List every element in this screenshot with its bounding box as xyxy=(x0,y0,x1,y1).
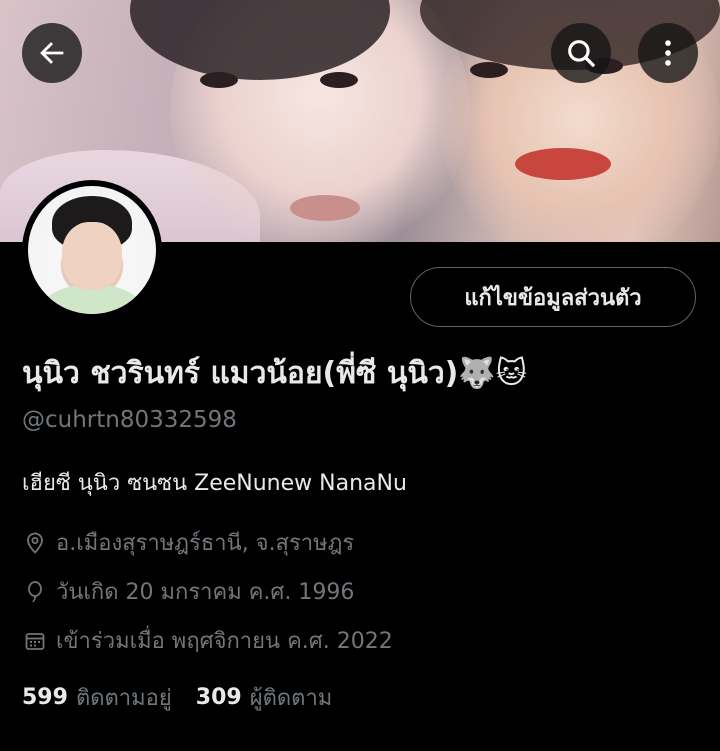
birthday-text: วันเกิด 20 มกราคม ค.ศ. 1996 xyxy=(56,580,355,605)
search-icon xyxy=(564,36,598,70)
avatar-image xyxy=(28,186,156,314)
location-row: อ.เมืองสุราษฎร์ธานี, จ.สุราษฎร xyxy=(22,525,354,560)
more-options-button[interactable] xyxy=(638,23,698,83)
joined-text: เข้าร่วมเมื่อ พฤศจิกายน ค.ศ. 2022 xyxy=(56,629,393,654)
edit-profile-button[interactable]: แก้ไขข้อมูลส่วนตัว xyxy=(410,267,696,327)
more-vertical-icon xyxy=(651,36,685,70)
avatar-photo-detail xyxy=(62,222,122,290)
avatar[interactable] xyxy=(22,180,162,320)
following-label[interactable]: ติดตามอยู่ xyxy=(76,680,172,715)
user-handle: @cuhrtn80332598 xyxy=(22,407,237,433)
calendar-icon xyxy=(22,628,48,654)
banner-photo-detail xyxy=(200,72,238,88)
following-count[interactable]: 599 xyxy=(22,685,68,710)
followers-label[interactable]: ผู้ติดตาม xyxy=(250,680,333,715)
banner-photo-detail xyxy=(515,148,611,180)
followers-count[interactable]: 309 xyxy=(196,685,242,710)
birthday-row: วันเกิด 20 มกราคม ค.ศ. 1996 xyxy=(22,574,354,609)
banner-photo-detail xyxy=(290,195,360,221)
follow-stats: 599 ติดตามอยู่ 309 ผู้ติดตาม xyxy=(22,680,356,715)
back-button[interactable] xyxy=(22,23,82,83)
arrow-left-icon xyxy=(35,36,69,70)
location-pin-icon xyxy=(22,530,48,556)
location-text: อ.เมืองสุราษฎร์ธานี, จ.สุราษฎร xyxy=(56,531,355,556)
joined-row: เข้าร่วมเมื่อ พฤศจิกายน ค.ศ. 2022 xyxy=(22,623,393,658)
search-button[interactable] xyxy=(551,23,611,83)
banner-photo-detail xyxy=(320,72,358,88)
banner-photo-detail xyxy=(470,62,508,78)
balloon-icon xyxy=(22,579,48,605)
display-name: นุนิว ชวรินทร์ แมวน้อย(พี่ซี นุนิว)🐺🐱 xyxy=(22,356,528,391)
bio: เฮียซี นุนิว ซนซน ZeeNunew NanaNu xyxy=(22,471,407,496)
